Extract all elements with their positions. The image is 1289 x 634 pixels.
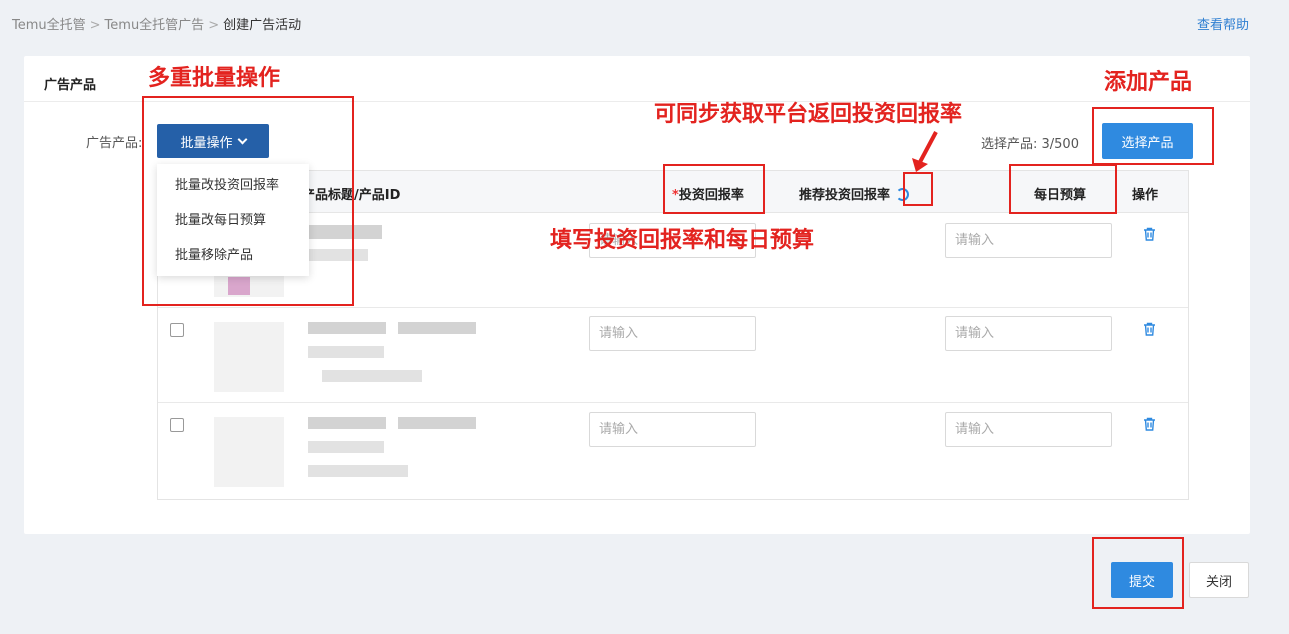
annotation-add-product: 添加产品 — [1104, 70, 1193, 95]
col-recommended-roi-label: 推荐投资回报率 — [799, 188, 891, 203]
breadcrumb-item[interactable]: Temu全托管广告 — [105, 18, 205, 33]
daily-budget-input[interactable]: 请输入 — [945, 223, 1112, 258]
trash-icon[interactable] — [1143, 417, 1156, 431]
annotation-box-add-product — [1092, 107, 1214, 165]
annotation-box-roi — [663, 164, 765, 214]
breadcrumb-current: 创建广告活动 — [223, 18, 302, 33]
breadcrumb: Temu全托管 > Temu全托管广告 > 创建广告活动 — [12, 14, 301, 33]
annotation-arrow — [912, 131, 938, 172]
field-label: 广告产品: — [86, 136, 143, 151]
roi-input[interactable]: 请输入 — [589, 412, 756, 447]
daily-budget-input[interactable]: 请输入 — [945, 316, 1112, 351]
breadcrumb-item[interactable]: Temu全托管 — [12, 18, 86, 33]
row-checkbox[interactable] — [170, 418, 184, 432]
product-id-blurred — [308, 441, 384, 453]
product-id-blurred — [308, 346, 384, 358]
annotation-box-batch — [142, 96, 354, 306]
annotation-fill-in: 填写投资回报率和每日预算 — [550, 228, 815, 253]
col-recommended-roi: 推荐投资回报率 — [799, 184, 910, 203]
product-thumbnail — [214, 322, 284, 392]
help-link[interactable]: 查看帮助 — [1197, 14, 1249, 33]
product-thumbnail — [214, 417, 284, 487]
table-row: 请输入 请输入 — [158, 308, 1188, 403]
breadcrumb-separator: > — [208, 18, 220, 33]
annotation-sync-roi: 可同步获取平台返回投资回报率 — [654, 102, 963, 127]
table-row: 请输入 请输入 — [158, 403, 1188, 498]
annotation-box-submit — [1092, 537, 1184, 609]
breadcrumb-separator: > — [89, 18, 101, 33]
annotation-box-budget — [1009, 164, 1117, 214]
product-title-blurred — [308, 322, 386, 334]
trash-icon[interactable] — [1143, 227, 1156, 241]
annotation-box-refresh — [903, 172, 933, 206]
close-button[interactable]: 关闭 — [1189, 562, 1249, 598]
selected-count: 选择产品: 3/500 — [981, 137, 1079, 152]
trash-icon[interactable] — [1143, 322, 1156, 336]
col-actions: 操作 — [1132, 188, 1159, 203]
annotation-batch-ops: 多重批量操作 — [148, 66, 281, 91]
daily-budget-input[interactable]: 请输入 — [945, 412, 1112, 447]
roi-input[interactable]: 请输入 — [589, 316, 756, 351]
product-title-blurred — [308, 417, 386, 429]
row-checkbox[interactable] — [170, 323, 184, 337]
